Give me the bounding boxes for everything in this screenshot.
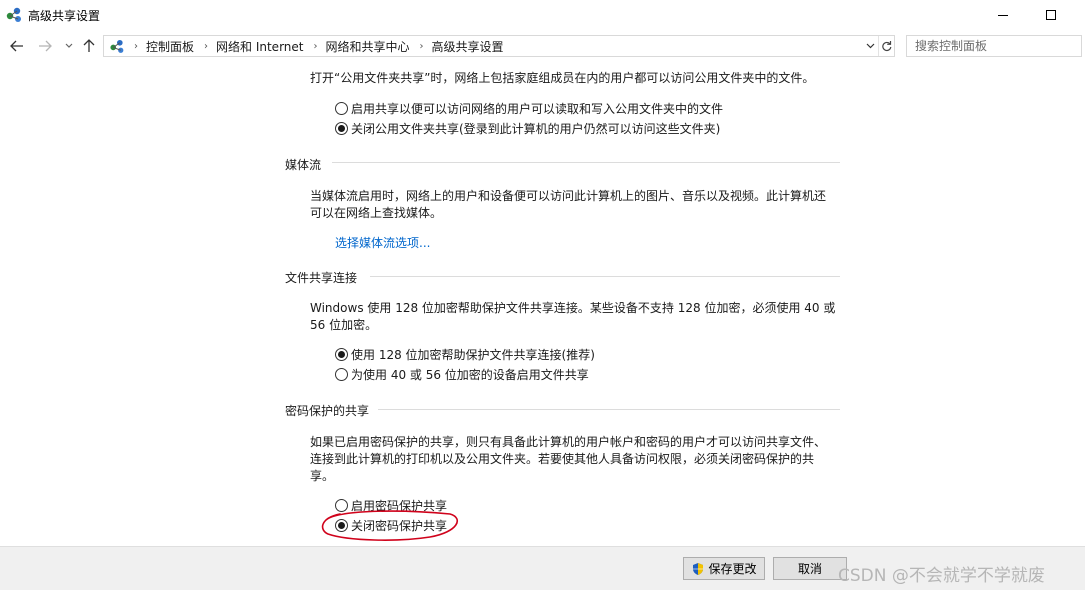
password-sharing-description-3: 享。 [310, 469, 335, 483]
save-changes-button[interactable]: 保存更改 [683, 557, 765, 580]
cancel-button[interactable]: 取消 [773, 557, 847, 580]
section-header-media-streaming: 媒体流 [285, 158, 322, 172]
back-button[interactable] [8, 38, 26, 54]
arrow-right-icon [39, 40, 52, 52]
radio-checked-icon[interactable] [335, 518, 348, 532]
radio-icon[interactable] [335, 101, 348, 115]
section-divider [370, 276, 840, 277]
recent-locations-button[interactable] [60, 38, 78, 54]
save-changes-label: 保存更改 [708, 562, 757, 576]
media-streaming-description-2: 可以在网络上查找媒体。 [310, 206, 443, 220]
breadcrumb: › 控制面板 › 网络和 Internet › 网络和共享中心 › 高级共享设置 [130, 36, 504, 56]
password-sharing-description-1: 如果已启用密码保护的共享，则只有具备此计算机的用户帐户和密码的用户才可以访问共享… [310, 435, 827, 449]
section-header-file-sharing: 文件共享连接 [285, 271, 358, 285]
refresh-button[interactable] [878, 36, 894, 56]
file-sharing-description-2: 56 位加密。 [310, 318, 378, 332]
minimize-button[interactable] [980, 0, 1026, 30]
network-sharing-icon [110, 39, 124, 53]
chevron-right-icon[interactable]: › [313, 41, 317, 52]
window-title: 高级共享设置 [28, 9, 101, 23]
radio-icon[interactable] [335, 498, 348, 512]
file-sharing-description-1: Windows 使用 128 位加密帮助保护文件共享连接。某些设备不支持 128… [310, 301, 836, 315]
navigation-bar: › 控制面板 › 网络和 Internet › 网络和共享中心 › 高级共享设置 [0, 30, 1085, 62]
chevron-right-icon[interactable]: › [204, 41, 208, 52]
radio-40-56bit-encryption[interactable]: 为使用 40 或 56 位加密的设备启用文件共享 [335, 365, 589, 383]
radio-icon[interactable] [335, 367, 348, 381]
breadcrumb-advanced-sharing[interactable]: 高级共享设置 [432, 38, 504, 55]
search-input[interactable] [907, 36, 1057, 56]
radio-label: 启用共享以便可以访问网络的用户可以读取和写入公用文件夹中的文件 [351, 101, 724, 116]
section-header-password-sharing: 密码保护的共享 [285, 404, 370, 418]
arrow-left-icon [10, 40, 23, 52]
radio-checked-icon[interactable] [335, 121, 348, 135]
radio-label: 使用 128 位加密帮助保护文件共享连接(推荐) [351, 347, 595, 362]
title-bar: 高级共享设置 [0, 0, 1085, 30]
search-box[interactable] [906, 35, 1082, 57]
radio-128bit-encryption[interactable]: 使用 128 位加密帮助保护文件共享连接(推荐) [335, 345, 595, 363]
up-button[interactable] [80, 38, 98, 54]
chevron-right-icon[interactable]: › [134, 41, 138, 52]
refresh-icon [882, 41, 892, 52]
chevron-down-icon [866, 43, 874, 49]
address-bar[interactable]: › 控制面板 › 网络和 Internet › 网络和共享中心 › 高级共享设置 [103, 35, 895, 57]
radio-label: 关闭公用文件夹共享(登录到此计算机的用户仍然可以访问这些文件夹) [351, 121, 721, 136]
footer-bar: 保存更改 取消 CSDN @不会就学不学就废 [0, 546, 1085, 590]
radio-enable-public-folder[interactable]: 启用共享以便可以访问网络的用户可以读取和写入公用文件夹中的文件 [335, 99, 723, 117]
watermark: CSDN @不会就学不学就废 [838, 566, 1045, 586]
radio-enable-password-sharing[interactable]: 启用密码保护共享 [335, 496, 447, 514]
maximize-button[interactable] [1028, 0, 1074, 30]
network-sharing-icon [6, 7, 21, 22]
section-divider [332, 162, 840, 163]
radio-checked-icon[interactable] [335, 347, 348, 361]
radio-label: 关闭密码保护共享 [351, 518, 448, 533]
password-sharing-description-2: 连接到此计算机的打印机以及公用文件夹。若要使其他人具备访问权限，必须关闭密码保护… [310, 452, 815, 466]
radio-disable-password-sharing[interactable]: 关闭密码保护共享 [335, 516, 447, 534]
breadcrumb-network-sharing-center[interactable]: 网络和共享中心 [325, 38, 409, 55]
arrow-up-icon [83, 39, 95, 52]
settings-content: 打开“公用文件夹共享”时，网络上包括家庭组成员在内的用户都可以访问公用文件夹中的… [0, 62, 1085, 546]
uac-shield-icon [693, 562, 704, 575]
media-streaming-options-link[interactable]: 选择媒体流选项... [335, 234, 430, 251]
address-dropdown-button[interactable] [863, 36, 877, 56]
radio-label: 为使用 40 或 56 位加密的设备启用文件共享 [351, 367, 589, 382]
chevron-right-icon[interactable]: › [420, 41, 424, 52]
minimize-icon [998, 14, 1008, 16]
chevron-down-icon [65, 43, 73, 48]
forward-button[interactable] [36, 38, 54, 54]
section-divider [378, 409, 840, 410]
maximize-icon [1046, 10, 1056, 20]
media-streaming-description-1: 当媒体流启用时，网络上的用户和设备便可以访问此计算机上的图片、音乐以及视频。此计… [310, 189, 827, 203]
cancel-label: 取消 [797, 562, 822, 576]
radio-label: 启用密码保护共享 [351, 498, 448, 513]
public-folder-description: 打开“公用文件夹共享”时，网络上包括家庭组成员在内的用户都可以访问公用文件夹中的… [310, 71, 815, 85]
breadcrumb-control-panel[interactable]: 控制面板 [146, 38, 194, 55]
breadcrumb-network-internet[interactable]: 网络和 Internet [216, 38, 303, 55]
radio-disable-public-folder[interactable]: 关闭公用文件夹共享(登录到此计算机的用户仍然可以访问这些文件夹) [335, 119, 720, 137]
